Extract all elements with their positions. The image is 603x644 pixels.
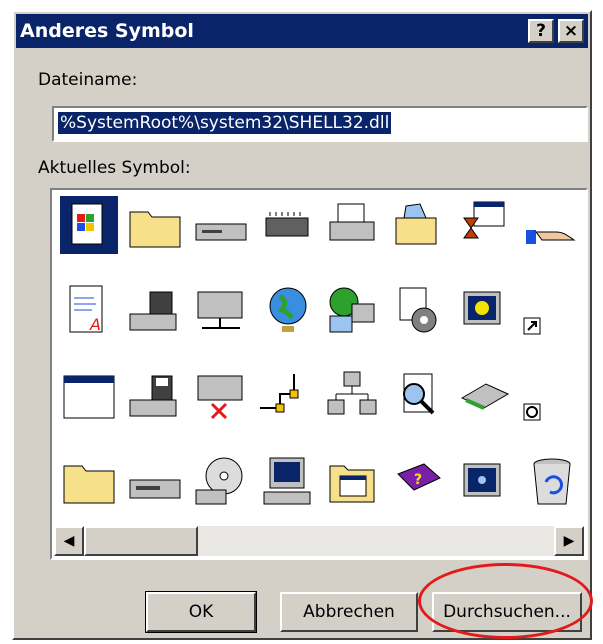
arrow-right-icon: ▶ <box>563 533 575 549</box>
filename-field[interactable]: %SystemRoot%\system32\SHELL32.dll <box>52 106 588 142</box>
computer-icon[interactable] <box>258 454 316 512</box>
shortcut-arrow-icon[interactable] <box>522 282 580 340</box>
chip-icon[interactable] <box>258 196 316 254</box>
arrow-left-icon: ◀ <box>63 533 75 549</box>
filename-value: %SystemRoot%\system32\SHELL32.dll <box>58 112 392 134</box>
title-bar: Anderes Symbol ? × <box>16 14 588 48</box>
close-icon: × <box>563 20 579 41</box>
windows-document-icon[interactable] <box>60 196 118 254</box>
text-document-icon[interactable]: A <box>60 282 118 340</box>
hand-share-icon[interactable] <box>522 196 580 254</box>
monitor-moon-icon[interactable] <box>456 282 514 340</box>
cancel-button[interactable]: Abbrechen <box>280 592 418 632</box>
cd-disc-icon[interactable] <box>192 454 250 512</box>
scanner-icon[interactable] <box>456 368 514 426</box>
close-button[interactable]: × <box>558 19 584 43</box>
network-drive-icon[interactable] <box>192 282 250 340</box>
network-cable-icon[interactable] <box>258 368 316 426</box>
folder-icon[interactable] <box>126 196 184 254</box>
horizontal-scrollbar[interactable]: ◀ ▶ <box>54 526 584 556</box>
scroll-left-button[interactable]: ◀ <box>54 526 84 556</box>
disconnected-drive-icon[interactable] <box>192 368 250 426</box>
network-globe-icon[interactable] <box>324 282 382 340</box>
folder-window-icon[interactable] <box>324 454 382 512</box>
svg-text:?: ? <box>414 472 422 488</box>
monitor-star-icon[interactable] <box>456 454 514 512</box>
icon-list[interactable]: A ? ◀ ▶ <box>50 188 588 560</box>
empty-folder-icon[interactable] <box>60 454 118 512</box>
svg-text:A: A <box>89 315 101 334</box>
network-tree-icon[interactable] <box>324 368 382 426</box>
open-folder-icon[interactable] <box>390 196 448 254</box>
drive-icon[interactable] <box>192 196 250 254</box>
window-icon[interactable] <box>60 368 118 426</box>
printer-icon[interactable] <box>324 196 382 254</box>
clock-overlay-icon[interactable] <box>522 368 580 426</box>
current-symbol-label: Aktuelles Symbol: <box>38 158 191 178</box>
help-button[interactable]: ? <box>528 19 554 43</box>
window-title: Anderes Symbol <box>20 20 194 42</box>
globe-icon[interactable] <box>258 282 316 340</box>
scroll-thumb[interactable] <box>84 526 198 556</box>
hourglass-window-icon[interactable] <box>456 196 514 254</box>
floppy-drive-icon[interactable] <box>126 368 184 426</box>
gear-document-icon[interactable] <box>390 282 448 340</box>
cd-drive-icon[interactable] <box>126 454 184 512</box>
help-book-icon[interactable]: ? <box>390 454 448 512</box>
filename-label: Dateiname: <box>38 70 138 90</box>
ok-button[interactable]: OK <box>145 591 257 633</box>
recycle-bin-icon[interactable] <box>522 454 580 512</box>
search-document-icon[interactable] <box>390 368 448 426</box>
floppy-computer-icon[interactable] <box>126 282 184 340</box>
highlight-ellipse <box>418 563 593 639</box>
change-icon-dialog: Anderes Symbol ? × Dateiname: %SystemRoo… <box>12 10 592 640</box>
scroll-right-button[interactable]: ▶ <box>554 526 584 556</box>
